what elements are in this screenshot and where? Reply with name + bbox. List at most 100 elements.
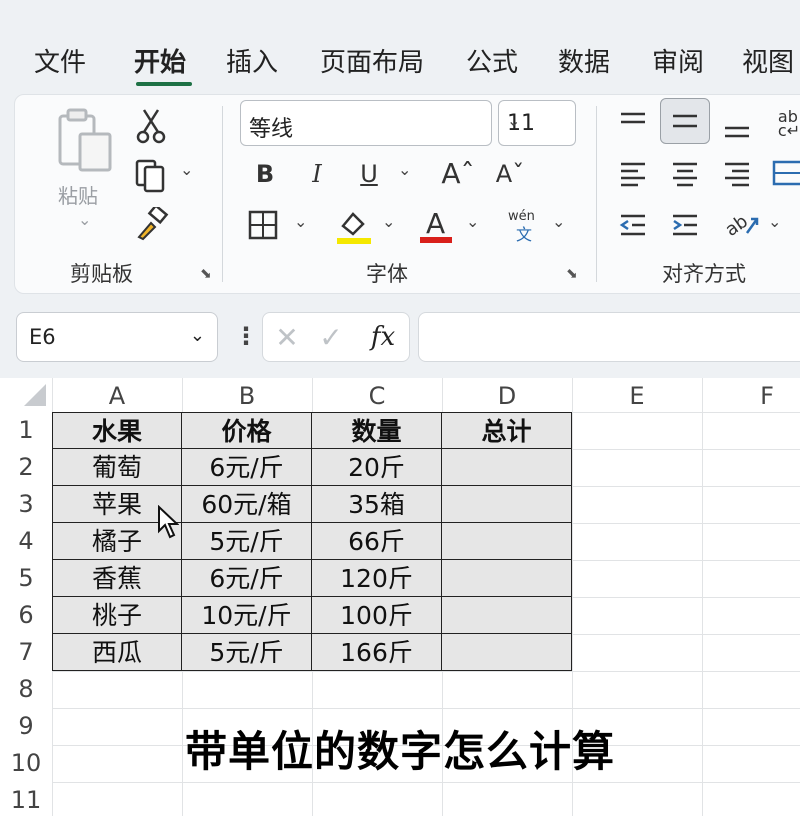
alignment-group-label: 对齐方式 [662,262,746,286]
table-cell[interactable] [442,634,572,671]
table-cell[interactable]: 6元/斤 [182,560,312,597]
table-cell[interactable] [442,523,572,560]
header-cell[interactable]: 总计 [442,412,572,449]
svg-text:ab: ab [723,211,752,241]
align-left-icon[interactable] [616,156,650,190]
font-size-select[interactable]: 11 ⌄ [498,100,576,146]
row-header-3[interactable]: 3 [0,486,52,523]
row-header-5[interactable]: 5 [0,560,52,597]
table-cell[interactable]: 5元/斤 [182,523,312,560]
align-right-icon[interactable] [720,156,754,190]
table-cell[interactable] [442,560,572,597]
insert-function-icon[interactable]: fx [363,321,403,353]
name-box[interactable]: E6 ⌄ [16,312,218,362]
row-header-1[interactable]: 1 [0,412,52,449]
header-cell[interactable]: 数量 [312,412,442,449]
paste-icon[interactable] [56,108,116,174]
font-launcher-icon[interactable]: ⬊ [566,266,582,282]
decrease-font-icon[interactable]: Aˇ [494,158,526,190]
table-cell[interactable]: 西瓜 [52,634,182,671]
grid-row-line [52,671,800,672]
underline-icon[interactable]: U [354,158,384,190]
tab-page-layout[interactable]: 页面布局 [320,42,424,79]
merge-center-icon[interactable] [772,156,800,190]
text-angle-icon[interactable]: ab [722,206,762,242]
table-cell[interactable] [442,486,572,523]
table-cell[interactable]: 60元/箱 [182,486,312,523]
table-cell[interactable]: 6元/斤 [182,449,312,486]
decrease-indent-icon[interactable] [616,208,650,242]
paste-label[interactable]: 粘贴 [58,180,98,209]
col-header-c[interactable]: C [312,378,442,412]
tab-home[interactable]: 开始 [134,42,186,79]
table-cell[interactable]: 5元/斤 [182,634,312,671]
copy-chevron-icon[interactable]: ⌄ [180,160,193,179]
ribbon-separator [596,106,597,282]
font-name-select[interactable]: 等线 ⌄ [240,100,492,146]
row-header-7[interactable]: 7 [0,634,52,671]
table-cell[interactable]: 葡萄 [52,449,182,486]
tab-data[interactable]: 数据 [558,42,610,79]
bold-icon[interactable]: B [250,158,280,190]
tab-review[interactable]: 审阅 [652,42,704,79]
table-cell[interactable]: 120斤 [312,560,442,597]
formula-input[interactable] [418,312,800,362]
underline-chevron-icon[interactable]: ⌄ [398,160,411,179]
table-cell[interactable]: 66斤 [312,523,442,560]
row-header-4[interactable]: 4 [0,523,52,560]
svg-text:文: 文 [516,225,532,244]
row-header-8[interactable]: 8 [0,671,52,708]
fill-color-chevron-icon[interactable]: ⌄ [382,212,395,231]
cut-icon[interactable] [134,106,168,146]
table-cell[interactable] [442,597,572,634]
borders-chevron-icon[interactable]: ⌄ [294,212,307,231]
col-header-d[interactable]: D [442,378,572,412]
align-bottom-icon[interactable] [720,110,754,144]
italic-icon[interactable]: I [302,158,332,190]
col-header-f[interactable]: F [702,378,800,412]
phonetic-chevron-icon[interactable]: ⌄ [552,212,565,231]
fill-color-icon[interactable] [334,206,374,246]
select-all-corner[interactable] [0,378,52,412]
text-angle-chevron-icon[interactable]: ⌄ [768,212,781,231]
svg-text:A: A [426,207,445,240]
col-header-b[interactable]: B [182,378,312,412]
align-center-icon[interactable] [668,156,702,190]
tab-insert[interactable]: 插入 [226,42,278,79]
row-header-6[interactable]: 6 [0,597,52,634]
clipboard-launcher-icon[interactable]: ⬊ [200,266,216,282]
table-cell[interactable]: 100斤 [312,597,442,634]
col-header-e[interactable]: E [572,378,702,412]
tab-formulas[interactable]: 公式 [466,42,518,79]
table-cell[interactable]: 香蕉 [52,560,182,597]
align-middle-icon[interactable] [660,98,710,144]
copy-icon[interactable] [134,158,168,194]
confirm-icon[interactable]: ✓ [315,321,347,354]
font-color-icon[interactable]: A [418,204,454,246]
font-color-chevron-icon[interactable]: ⌄ [466,212,479,231]
align-top-icon[interactable] [616,104,650,138]
row-header-2[interactable]: 2 [0,449,52,486]
col-header-a[interactable]: A [52,378,182,412]
tab-view[interactable]: 视图 [742,42,794,79]
table-cell[interactable]: 桃子 [52,597,182,634]
row-header-11[interactable]: 11 [0,782,52,816]
phonetic-guide-icon[interactable]: wén 文 [504,206,544,244]
header-cell[interactable]: 价格 [182,412,312,449]
increase-font-icon[interactable]: Aˆ [440,156,476,190]
header-cell[interactable]: 水果 [52,412,182,449]
increase-indent-icon[interactable] [668,208,702,242]
cancel-icon[interactable]: ✕ [271,321,303,354]
table-cell[interactable] [442,449,572,486]
orientation-icon[interactable]: ab c↵ [774,104,800,144]
table-cell[interactable]: 166斤 [312,634,442,671]
table-cell[interactable]: 35箱 [312,486,442,523]
borders-icon[interactable] [246,208,280,242]
table-cell[interactable]: 20斤 [312,449,442,486]
format-painter-icon[interactable] [134,206,170,242]
more-options-icon[interactable]: ⋮ [234,322,258,350]
paste-chevron-icon[interactable]: ⌄ [78,210,91,229]
tab-file[interactable]: 文件 [34,42,86,79]
table-cell[interactable]: 10元/斤 [182,597,312,634]
font-group-label: 字体 [366,262,408,286]
